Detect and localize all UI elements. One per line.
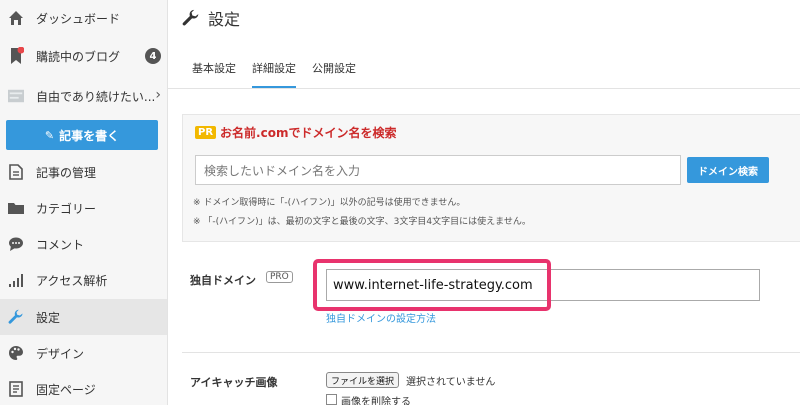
tab-advanced-settings[interactable]: 詳細設定 xyxy=(252,60,296,89)
promo-note: ※ ドメイン取得時に「-(ハイフン)」以外の記号は使用できません。 xyxy=(193,198,466,208)
page-icon xyxy=(8,381,24,397)
pro-badge: PRO xyxy=(266,271,293,283)
chevron-right-icon: › xyxy=(155,87,161,103)
home-icon xyxy=(8,10,24,26)
promo-note-text: 「-(ハイフン)」は、最初の文字と最後の文字、3文字目4文字目には使えません。 xyxy=(203,217,531,227)
document-icon xyxy=(8,164,24,180)
sidebar-item-label: デザイン xyxy=(36,346,85,361)
choose-file-button[interactable]: ファイルを選択 xyxy=(326,372,400,388)
sidebar-item-label: コメント xyxy=(36,237,85,252)
sidebar-item-label: 設定 xyxy=(36,310,61,325)
sidebar-item-label: 記事の管理 xyxy=(36,165,97,180)
domain-search-button[interactable]: ドメイン検索 xyxy=(687,157,769,183)
sidebar-item-label: 購読中のブログ xyxy=(36,49,121,64)
section-divider xyxy=(182,352,800,353)
sidebar-item-label: ダッシュボード xyxy=(36,11,121,26)
tab-publish-settings[interactable]: 公開設定 xyxy=(312,60,356,89)
delete-image-checkbox[interactable] xyxy=(326,394,337,405)
main-content: 設定 基本設定 詳細設定 公開設定 PR お名前.comでドメイン名を検索 検索… xyxy=(168,0,800,405)
domain-search-promo: PR お名前.comでドメイン名を検索 検索したいドメイン名を入力 ドメイン検索… xyxy=(182,114,800,242)
wrench-icon xyxy=(182,9,200,27)
file-status: 選択されていません xyxy=(406,377,496,388)
sidebar-item-label: カテゴリー xyxy=(36,201,97,216)
highlight-annotation xyxy=(313,259,551,311)
folder-icon xyxy=(8,200,24,216)
page-title: 設定 xyxy=(182,6,240,30)
pr-badge: PR xyxy=(195,126,217,139)
sidebar-item-categories[interactable]: カテゴリー xyxy=(0,190,167,226)
sidebar: ダッシュボード 購読中のブログ 4 自由であり続けたい... › ✎ 記事を書く… xyxy=(0,0,168,405)
page-title-text: 設定 xyxy=(208,10,241,29)
promo-note-text: ドメイン取得時に「-(ハイフン)」以外の記号は使用できません。 xyxy=(203,198,466,208)
sidebar-item-label: 自由であり続けたい... xyxy=(36,89,156,104)
sidebar-item-settings[interactable]: 設定 xyxy=(0,299,167,335)
sidebar-item-fixed-pages[interactable]: 固定ページ xyxy=(0,371,167,405)
eyecatch-image-label: アイキャッチ画像 xyxy=(190,376,278,389)
sidebar-item-analytics[interactable]: アクセス解析 xyxy=(0,262,167,298)
unread-count-badge: 4 xyxy=(145,48,161,64)
sidebar-item-dashboard[interactable]: ダッシュボード xyxy=(0,0,167,36)
delete-image-label: 画像を削除する xyxy=(341,397,411,405)
edit-icon: ✎ xyxy=(44,128,55,142)
tab-basic-settings[interactable]: 基本設定 xyxy=(192,60,236,89)
write-article-label: 記事を書く xyxy=(59,128,120,143)
custom-domain-help-link[interactable]: 独自ドメインの設定方法 xyxy=(326,310,436,325)
sidebar-item-label: 固定ページ xyxy=(36,382,96,397)
sidebar-item-blog[interactable]: 自由であり続けたい... › xyxy=(0,78,167,114)
promo-title[interactable]: お名前.comでドメイン名を検索 xyxy=(220,124,396,141)
domain-search-input[interactable]: 検索したいドメイン名を入力 xyxy=(195,155,681,185)
settings-tabs: 基本設定 詳細設定 公開設定 xyxy=(192,60,372,89)
promo-header: PR お名前.comでドメイン名を検索 xyxy=(195,124,396,141)
sidebar-item-design[interactable]: デザイン xyxy=(0,335,167,371)
custom-domain-label: 独自ドメイン xyxy=(190,274,256,287)
sidebar-item-comments[interactable]: コメント xyxy=(0,226,167,262)
sidebar-item-label: アクセス解析 xyxy=(36,273,108,288)
write-article-button[interactable]: ✎ 記事を書く xyxy=(6,120,158,150)
comment-icon xyxy=(8,236,24,252)
bookmark-icon xyxy=(8,47,24,64)
promo-note: ※ 「-(ハイフン)」は、最初の文字と最後の文字、3文字目4文字目には使えません… xyxy=(193,217,531,227)
wrench-icon xyxy=(8,309,24,325)
bar-chart-icon xyxy=(8,272,24,288)
blog-thumbnail-icon xyxy=(8,88,24,104)
tab-divider xyxy=(168,88,800,89)
palette-icon xyxy=(8,345,24,361)
sidebar-item-subscribed-blogs[interactable]: 購読中のブログ 4 xyxy=(0,38,167,74)
sidebar-item-articles[interactable]: 記事の管理 xyxy=(0,154,167,190)
